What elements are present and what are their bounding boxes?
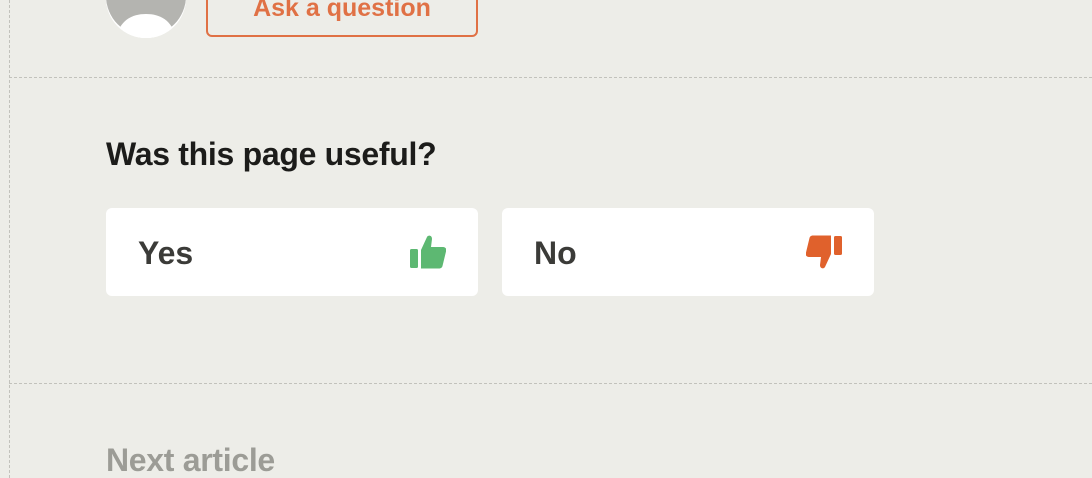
- page: Ask a question Was this page useful? Yes…: [0, 0, 1092, 478]
- vote-yes-label: Yes: [138, 235, 194, 271]
- thumbs-down-icon: [806, 235, 842, 269]
- vote-no-button[interactable]: No: [502, 208, 874, 296]
- dashed-divider-bottom: [9, 383, 1092, 384]
- avatar: [106, 0, 186, 38]
- vote-yes-button[interactable]: Yes: [106, 208, 478, 296]
- vote-no-label: No: [534, 235, 577, 271]
- feedback-title: Was this page useful?: [106, 136, 437, 172]
- ask-question-button[interactable]: Ask a question: [206, 0, 478, 37]
- dashed-divider-top: [9, 77, 1092, 78]
- dashed-vertical-divider: [9, 0, 10, 478]
- next-article-heading: Next article: [106, 442, 275, 478]
- user-placeholder-icon: [106, 0, 186, 38]
- thumbs-up-icon: [410, 235, 446, 269]
